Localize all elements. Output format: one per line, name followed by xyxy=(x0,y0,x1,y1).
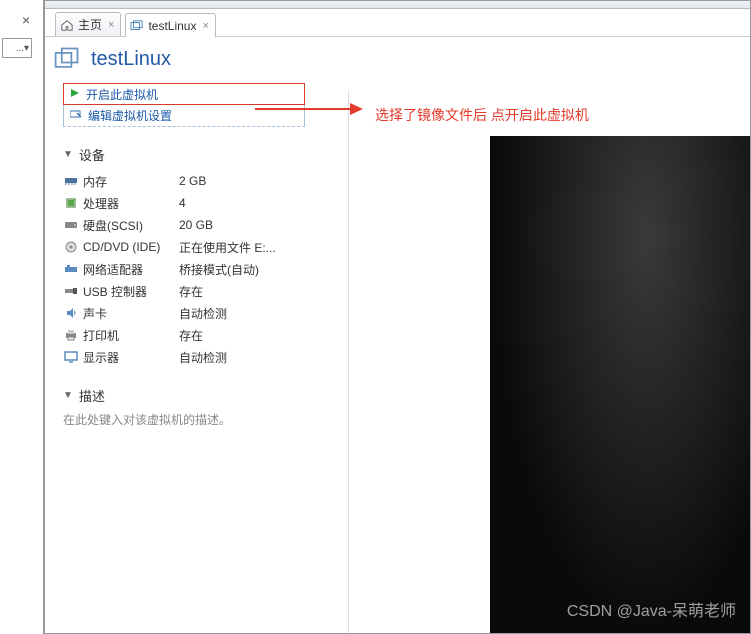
device-row[interactable]: 处理器4 xyxy=(63,192,305,214)
device-value: 4 xyxy=(179,196,186,210)
action-links: 开启此虚拟机 编辑虚拟机设置 xyxy=(63,83,305,127)
page-title: testLinux xyxy=(91,48,171,71)
device-row[interactable]: CD/DVD (IDE)正在使用文件 E:... xyxy=(63,236,305,258)
device-value: 20 GB xyxy=(179,218,213,232)
left-dropdown[interactable]: ... ▾ xyxy=(2,38,32,58)
vm-preview xyxy=(490,136,750,633)
tab-home[interactable]: 主页 × xyxy=(55,12,121,36)
dropdown-text: ... xyxy=(16,43,24,54)
sidebar: 开启此虚拟机 编辑虚拟机设置 ▼ 设备 内存2 GB处理器4硬盘(SCSI)20… xyxy=(45,83,305,428)
device-value: 存在 xyxy=(179,327,203,344)
cpu-icon xyxy=(63,197,79,209)
device-row[interactable]: 硬盘(SCSI)20 GB xyxy=(63,214,305,236)
sound-icon xyxy=(63,307,79,319)
tab-vm-label: testLinux xyxy=(148,19,196,33)
power-on-label: 开启此虚拟机 xyxy=(86,86,158,103)
device-label: 内存 xyxy=(79,173,179,190)
edit-settings-label: 编辑虚拟机设置 xyxy=(88,107,172,124)
close-icon[interactable]: × xyxy=(202,20,208,32)
collapse-icon: ▼ xyxy=(63,390,73,401)
description-placeholder[interactable]: 在此处键入对该虚拟机的描述。 xyxy=(63,411,305,428)
device-row[interactable]: 显示器自动检测 xyxy=(63,346,305,368)
tab-bar: 主页 × testLinux × xyxy=(45,9,750,37)
watermark: CSDN @Java-呆萌老师 xyxy=(567,597,736,621)
chevron-down-icon: ▾ xyxy=(24,43,29,54)
divider xyxy=(348,91,349,633)
device-label: CD/DVD (IDE) xyxy=(79,240,179,254)
vm-icon xyxy=(130,20,144,32)
device-row[interactable]: 声卡自动检测 xyxy=(63,302,305,324)
usb-icon xyxy=(63,286,79,296)
description-header[interactable]: ▼ 描述 xyxy=(63,386,305,405)
device-label: 打印机 xyxy=(79,327,179,344)
device-value: 桥接模式(自动) xyxy=(179,261,259,278)
device-value: 正在使用文件 E:... xyxy=(179,239,276,256)
tab-vm[interactable]: testLinux × xyxy=(125,13,215,37)
title-row: testLinux xyxy=(45,37,750,83)
disk-icon xyxy=(63,220,79,230)
close-icon[interactable]: × xyxy=(22,12,30,28)
device-label: 处理器 xyxy=(79,195,179,212)
cd-icon xyxy=(63,241,79,253)
device-row[interactable]: USB 控制器存在 xyxy=(63,280,305,302)
device-value: 2 GB xyxy=(179,174,206,188)
main-area: 主页 × testLinux × testLinux 开启此虚拟机 xyxy=(44,0,751,634)
device-label: 网络适配器 xyxy=(79,261,179,278)
nic-icon xyxy=(63,264,79,274)
device-list: 内存2 GB处理器4硬盘(SCSI)20 GBCD/DVD (IDE)正在使用文… xyxy=(63,170,305,368)
left-panel: × ... ▾ xyxy=(0,0,44,634)
printer-icon xyxy=(63,329,79,341)
edit-settings-button[interactable]: 编辑虚拟机设置 xyxy=(64,104,304,126)
wrench-icon xyxy=(70,108,82,122)
display-icon xyxy=(63,351,79,363)
device-row[interactable]: 内存2 GB xyxy=(63,170,305,192)
collapse-icon: ▼ xyxy=(63,149,73,160)
description-label: 描述 xyxy=(79,386,105,405)
device-value: 存在 xyxy=(179,283,203,300)
devices-label: 设备 xyxy=(79,145,105,164)
device-label: 硬盘(SCSI) xyxy=(79,217,179,234)
device-label: USB 控制器 xyxy=(79,283,179,300)
power-on-button[interactable]: 开启此虚拟机 xyxy=(63,83,305,105)
device-value: 自动检测 xyxy=(179,305,227,322)
devices-header[interactable]: ▼ 设备 xyxy=(63,145,305,164)
tab-home-label: 主页 xyxy=(78,16,102,33)
vm-icon xyxy=(53,45,81,73)
device-row[interactable]: 打印机存在 xyxy=(63,324,305,346)
device-value: 自动检测 xyxy=(179,349,227,366)
device-label: 显示器 xyxy=(79,349,179,366)
device-row[interactable]: 网络适配器桥接模式(自动) xyxy=(63,258,305,280)
home-icon xyxy=(60,19,74,31)
memory-icon xyxy=(63,176,79,186)
device-label: 声卡 xyxy=(79,305,179,322)
play-icon xyxy=(70,87,80,101)
close-icon[interactable]: × xyxy=(108,19,114,31)
toolbar xyxy=(45,1,750,9)
annotation-text: 选择了镜像文件后 点开启此虚拟机 xyxy=(375,105,589,125)
